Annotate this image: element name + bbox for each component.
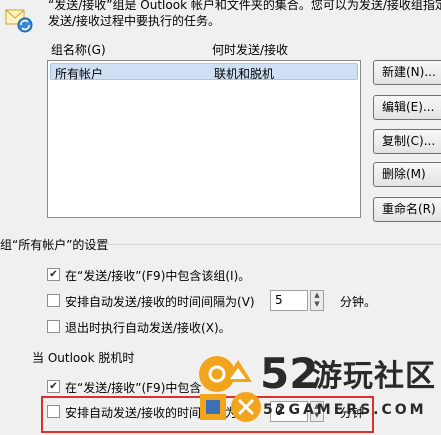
rename-button[interactable]: 重命名(R) (373, 197, 441, 222)
check-icon: ✔ (49, 269, 58, 280)
new-button[interactable]: 新建(N)... (373, 60, 441, 85)
interval-spinner[interactable]: ▲ ▼ (310, 290, 324, 311)
intro-text: “发送/接收”组是 Outlook 帐户和文件夹的集合。您可以为发送/接收组指定… (48, 0, 441, 29)
copy-button[interactable]: 复制(C)... (373, 129, 441, 154)
offline-include-checkbox[interactable]: ✔ (47, 380, 60, 393)
spin-up-icon[interactable]: ▲ (311, 291, 323, 300)
edit-button[interactable]: 编辑(E)... (373, 95, 441, 120)
watermark-domain: 52GAMERS.COM (263, 402, 427, 418)
watermark-name: 游玩社区 (312, 359, 436, 394)
spin-down-icon[interactable]: ▼ (311, 300, 323, 309)
column-header-when: 何时发送/接收 (212, 43, 289, 57)
exit-auto-send-checkbox[interactable] (47, 320, 60, 333)
intro-line-2: 发送/接收过程中要执行的任务。 (48, 14, 221, 28)
exit-auto-send-label: 退出时执行自动发送/接收(X)。 (65, 321, 231, 335)
group-name-cell: 所有帐户 (55, 67, 104, 81)
interval-minutes-label: 分钟。 (340, 295, 377, 309)
check-icon: ✔ (49, 381, 58, 392)
group-when-cell: 联机和脱机 (214, 67, 275, 81)
schedule-auto-send-checkbox[interactable] (47, 294, 60, 307)
watermark-number: 52 (260, 349, 319, 398)
section-divider (100, 244, 441, 245)
include-in-send-receive-checkbox[interactable]: ✔ (47, 268, 60, 281)
offline-include-label: 在“发送/接收”(F9)中包含 (65, 381, 202, 395)
intro-line-1: “发送/接收”组是 Outlook 帐户和文件夹的集合。您可以为发送/接收组指定 (48, 0, 441, 12)
delete-button[interactable]: 删除(M) (373, 162, 441, 187)
group-row-all-accounts[interactable]: 所有帐户 联机和脱机 (50, 63, 358, 81)
send-receive-icon (5, 9, 33, 33)
interval-input[interactable]: 5 (270, 290, 308, 311)
column-header-group-name: 组名称(G) (51, 43, 106, 57)
schedule-auto-send-label: 安排自动发送/接收的时间间隔为(V) (65, 295, 255, 309)
offline-section-title: 当 Outlook 脱机时 (32, 351, 135, 365)
settings-section-title: 组“所有帐户”的设置 (0, 238, 109, 252)
group-list[interactable]: 所有帐户 联机和脱机 (47, 60, 361, 218)
include-in-send-receive-label: 在“发送/接收”(F9)中包含该组(I)。 (65, 269, 251, 283)
watermark-logo-icon (199, 356, 261, 422)
